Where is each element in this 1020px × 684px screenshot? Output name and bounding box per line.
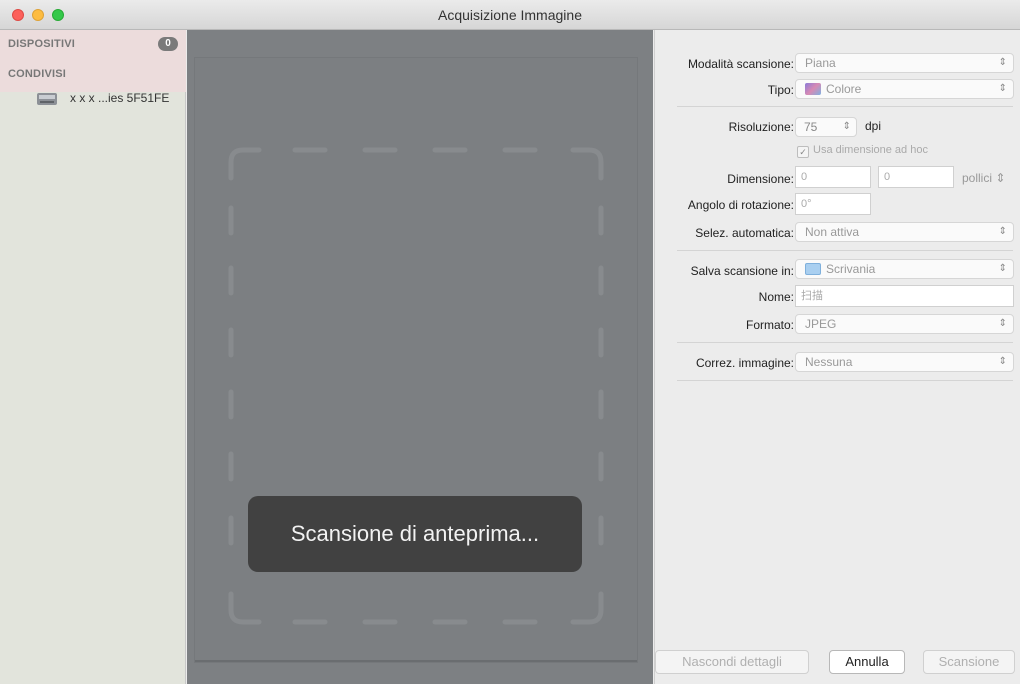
custom-size-label: Usa dimensione ad hoc: [813, 144, 928, 156]
size-unit-value: pollici: [962, 171, 993, 185]
color-swatch-icon: [805, 83, 821, 95]
rotation-label: Angolo di rotazione:: [687, 198, 794, 212]
rotation-field[interactable]: 0°: [795, 193, 871, 215]
correction-value: Nessuna: [805, 355, 853, 369]
up-down-arrows-icon: ⇕: [995, 171, 1006, 185]
mode-label: Modalità scansione:: [687, 57, 794, 71]
save-location-popup[interactable]: Scrivania ⇕: [795, 259, 1014, 279]
scan-button[interactable]: Scansione: [923, 650, 1015, 674]
correction-popup[interactable]: Nessuna ⇕: [795, 352, 1014, 372]
separator: [677, 342, 1013, 343]
size-unit-popup[interactable]: pollici ⇕: [962, 171, 1005, 185]
type-value: Colore: [826, 82, 862, 96]
settings-panel: Modalità scansione: Piana ⇕ Tipo: Colore…: [654, 30, 1020, 684]
title-bar: Acquisizione Immagine: [0, 0, 1020, 30]
scan-mode-popup[interactable]: Piana ⇕: [795, 53, 1014, 73]
name-label: Nome:: [758, 290, 794, 304]
save-location-value: Scrivania: [826, 262, 876, 276]
sidebar-item-shared-scanner[interactable]: x x x ...ies 5F51FE: [36, 88, 186, 110]
type-label: Tipo:: [767, 83, 794, 97]
checkmark-icon: ✓: [797, 146, 809, 158]
cancel-button[interactable]: Annulla: [829, 650, 905, 674]
autoselect-value: Non attiva: [805, 225, 860, 239]
devices-header: DISPOSITIVI: [8, 38, 75, 50]
size-height-field[interactable]: 0: [878, 166, 954, 188]
up-down-arrows-icon: ⇕: [998, 356, 1007, 367]
preview-area[interactable]: Scansione di anteprima...: [187, 30, 653, 684]
sidebar: DISPOSITIVI 0 CONDIVISI x x x ...ies 5F5…: [0, 30, 186, 684]
resolution-label: Risoluzione:: [728, 120, 794, 134]
up-down-arrows-icon: ⇕: [998, 83, 1007, 94]
up-down-arrows-icon: ⇕: [998, 263, 1007, 274]
resolution-value: 75: [804, 120, 818, 134]
scanner-icon: [37, 93, 57, 105]
size-label: Dimensione:: [727, 172, 794, 186]
correction-label: Correz. immagine:: [695, 356, 794, 370]
up-down-arrows-icon: ⇕: [998, 57, 1007, 68]
scan-mode-value: Piana: [805, 56, 836, 70]
up-down-arrows-icon: ⇕: [998, 226, 1007, 237]
name-field[interactable]: 扫描: [795, 285, 1014, 307]
custom-size-checkbox[interactable]: ✓ Usa dimensione ad hoc: [797, 144, 928, 158]
save-label: Salva scansione in:: [690, 264, 794, 278]
separator: [677, 250, 1013, 251]
folder-icon: [805, 263, 821, 275]
shared-header: CONDIVISI: [8, 68, 67, 80]
device-name: x x x ...ies 5F51FE: [70, 91, 170, 105]
size-width-field[interactable]: 0: [795, 166, 871, 188]
devices-count-badge: 0: [158, 37, 178, 51]
window-title: Acquisizione Immagine: [438, 7, 582, 23]
autoselect-popup[interactable]: Non attiva ⇕: [795, 222, 1014, 242]
up-down-arrows-icon: ⇕: [842, 121, 851, 132]
format-value: JPEG: [805, 317, 837, 331]
resolution-popup[interactable]: 75 ⇕: [795, 117, 857, 137]
resolution-unit: dpi: [865, 119, 882, 133]
autoselect-label: Selez. automatica:: [695, 226, 794, 240]
preview-status-overlay: Scansione di anteprima...: [248, 496, 582, 572]
hide-details-button[interactable]: Nascondi dettagli: [655, 650, 809, 674]
type-popup[interactable]: Colore ⇕: [795, 79, 1014, 99]
separator: [677, 106, 1013, 107]
format-label: Formato:: [745, 318, 794, 332]
up-down-arrows-icon: ⇕: [998, 318, 1007, 329]
separator: [677, 380, 1013, 381]
format-popup[interactable]: JPEG ⇕: [795, 314, 1014, 334]
